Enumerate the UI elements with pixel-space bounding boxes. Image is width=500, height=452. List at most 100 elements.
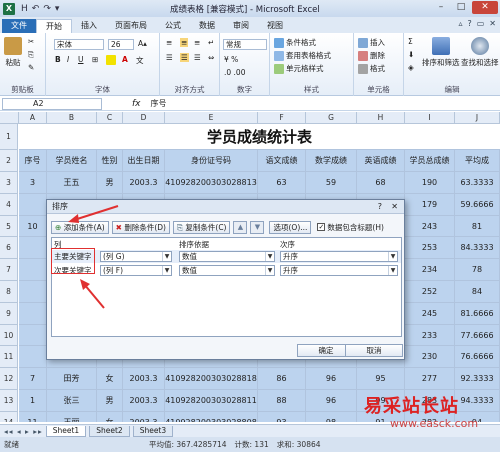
table-cell[interactable]: 96	[306, 368, 357, 390]
table-cell[interactable]: 410928200303028813	[165, 172, 258, 194]
row-header[interactable]: 8	[0, 281, 18, 303]
table-cell[interactable]: 王五	[47, 172, 97, 194]
table-cell[interactable]: 95	[357, 368, 405, 390]
paste-button[interactable]: 粘贴	[4, 37, 22, 68]
order-select[interactable]: 升序 ▼	[280, 265, 398, 276]
table-cell[interactable]: 233	[405, 324, 455, 347]
align-right-icon[interactable]: ☰	[194, 53, 201, 62]
table-format-button[interactable]: 套用表格格式	[274, 50, 331, 61]
ribbon-collapse-icon[interactable]: ▵	[458, 19, 462, 28]
table-cell[interactable]: 59	[306, 172, 357, 194]
table-cell[interactable]: 190	[405, 172, 455, 194]
underline-button[interactable]: U	[78, 55, 84, 64]
table-cell[interactable]	[19, 302, 47, 325]
table-cell[interactable]: 410928200303028808	[165, 411, 258, 422]
column-select[interactable]: (列 G) ▼	[100, 251, 172, 262]
align-bottom-icon[interactable]: ≡	[194, 38, 200, 47]
minimize-button[interactable]: –	[432, 1, 450, 14]
column-header[interactable]: B	[47, 112, 97, 124]
table-cell[interactable]: 84.3333	[455, 237, 500, 260]
header-cell[interactable]: 学员总成绩	[405, 150, 455, 172]
table-cell[interactable]: 252	[405, 281, 455, 303]
sheet-tab-1[interactable]: Sheet1	[45, 425, 87, 437]
table-cell[interactable]: 86	[258, 368, 306, 390]
table-cell[interactable]: 田芳	[47, 368, 97, 390]
table-cell[interactable]: 88	[258, 390, 306, 412]
table-cell[interactable]: 10	[19, 215, 47, 238]
grow-font-icon[interactable]: A▴	[138, 39, 147, 48]
table-cell[interactable]: 男	[97, 172, 123, 194]
tab-formulas[interactable]: 公式	[156, 19, 190, 33]
row-header[interactable]: 13	[0, 390, 18, 412]
table-cell[interactable]: 张三	[47, 390, 97, 412]
format-button[interactable]: 格式	[358, 63, 385, 74]
table-cell[interactable]: 2003.3	[123, 368, 165, 390]
save-icon[interactable]: H	[21, 4, 28, 14]
table-cell[interactable]: 王丽	[47, 411, 97, 422]
table-cell[interactable]: 11	[19, 411, 47, 422]
table-cell[interactable]: 253	[405, 237, 455, 260]
row-header[interactable]: 12	[0, 368, 18, 390]
merge-center-icon[interactable]: ⇔	[208, 53, 214, 62]
undo-icon[interactable]: ↶	[32, 4, 40, 14]
number-format-select[interactable]: 常规	[223, 39, 267, 50]
cell-styles-button[interactable]: 单元格样式	[274, 63, 324, 74]
copy-level-button[interactable]: ⎘ 复制条件(C)	[173, 220, 231, 234]
header-cell[interactable]: 平均成	[455, 150, 500, 172]
cut-icon[interactable]: ✂	[28, 37, 34, 46]
table-cell[interactable]: 1	[19, 390, 47, 412]
table-cell[interactable]: 84	[455, 281, 500, 303]
table-cell[interactable]: 女	[97, 368, 123, 390]
tab-file[interactable]: 文件	[2, 19, 36, 33]
table-cell[interactable]: 410928200303028818	[165, 368, 258, 390]
table-cell[interactable]: 81	[455, 215, 500, 238]
has-header-checkbox[interactable]: ✓ 数据包含标题(H)	[317, 222, 384, 233]
sort-filter-button[interactable]: 排序和筛选	[422, 37, 460, 68]
sheet-nav-arrows[interactable]: ◂◂ ◂ ▸ ▸▸	[4, 427, 43, 436]
font-size-select[interactable]: 26	[108, 39, 134, 50]
phonetic-button[interactable]: 文	[136, 55, 144, 66]
tab-review[interactable]: 审阅	[224, 19, 258, 33]
dialog-close-button[interactable]: ✕	[391, 200, 398, 214]
column-header[interactable]: E	[165, 112, 258, 124]
row-header[interactable]: 9	[0, 302, 18, 325]
tab-home[interactable]: 开始	[36, 19, 72, 33]
tab-data[interactable]: 数据	[190, 19, 224, 33]
header-cell[interactable]: 身份证号码	[165, 150, 258, 172]
row-header[interactable]: 3	[0, 172, 18, 194]
fx-icon[interactable]: fx	[132, 99, 141, 109]
table-cell[interactable]: 2003.3	[123, 172, 165, 194]
excel-app-icon[interactable]: X	[3, 2, 15, 15]
row-header[interactable]: 4	[0, 193, 18, 216]
table-cell[interactable]: 7	[19, 368, 47, 390]
row-header[interactable]: 7	[0, 259, 18, 281]
table-cell[interactable]	[19, 281, 47, 303]
workbook-close-icon[interactable]: ✕	[489, 19, 496, 28]
row-header[interactable]: 6	[0, 237, 18, 260]
table-cell[interactable]: 女	[97, 411, 123, 422]
table-cell[interactable]: 243	[405, 215, 455, 238]
sort-level-primary[interactable]: 主要关键字 (列 G) ▼ 数值 ▼ 升序 ▼	[52, 250, 401, 263]
table-cell[interactable]: 92.3333	[455, 368, 500, 390]
cancel-button[interactable]: 取消	[345, 344, 403, 357]
column-select[interactable]: (列 F) ▼	[100, 265, 172, 276]
table-cell[interactable]: 59.6666	[455, 193, 500, 216]
fill-color-icon[interactable]	[106, 55, 116, 65]
insert-button[interactable]: 插入	[358, 37, 385, 48]
row-header[interactable]: 11	[0, 346, 18, 369]
column-header[interactable]: F	[258, 112, 306, 124]
conditional-format-button[interactable]: 条件格式	[274, 37, 316, 48]
sheet-tab-3[interactable]: Sheet3	[132, 425, 174, 437]
column-header[interactable]: G	[306, 112, 357, 124]
table-cell[interactable]: 2003.3	[123, 411, 165, 422]
currency-icon[interactable]: ¥ %	[224, 55, 238, 64]
row-header[interactable]: 2	[0, 150, 18, 172]
header-cell[interactable]: 出生日期	[123, 150, 165, 172]
find-select-button[interactable]: 查找和选择	[461, 37, 499, 68]
table-cell[interactable]	[19, 324, 47, 347]
help-icon[interactable]: ?	[467, 19, 471, 28]
bold-button[interactable]: B	[55, 55, 61, 64]
column-header[interactable]: D	[123, 112, 165, 124]
table-cell[interactable]: 93	[258, 411, 306, 422]
move-down-button[interactable]: ▼	[250, 220, 265, 234]
